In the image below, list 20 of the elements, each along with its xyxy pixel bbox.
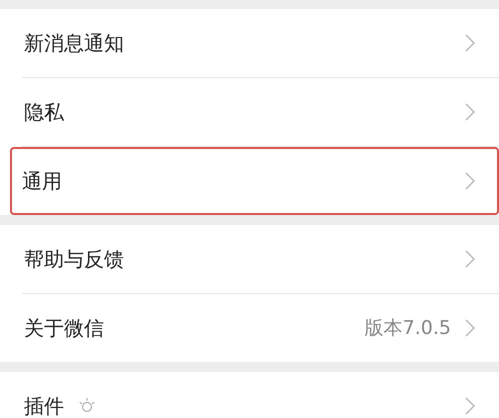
settings-row[interactable]: 关于微信 版本7.0.5 [0,294,499,362]
settings-row[interactable]: 帮助与反馈 [0,225,499,293]
settings-row[interactable]: 新消息通知 [0,9,499,77]
row-label: 插件 [24,392,64,418]
chevron-icon [465,397,475,415]
chevron-icon [465,172,475,190]
row-label: 新消息通知 [24,30,124,56]
chevron-icon [465,103,475,121]
version-value: 版本7.0.5 [364,316,451,341]
settings-row[interactable]: 隐私 [0,78,499,146]
chevron-icon [465,34,475,52]
sun-icon [78,397,96,415]
row-label: 通用 [22,168,62,194]
chevron-icon [465,319,475,337]
row-label: 帮助与反馈 [24,246,124,272]
settings-row[interactable]: 通用 [10,147,499,215]
settings-row[interactable]: 插件 [0,372,499,418]
row-label: 隐私 [24,98,64,126]
chevron-icon [465,250,475,268]
row-label: 关于微信 [24,314,104,342]
